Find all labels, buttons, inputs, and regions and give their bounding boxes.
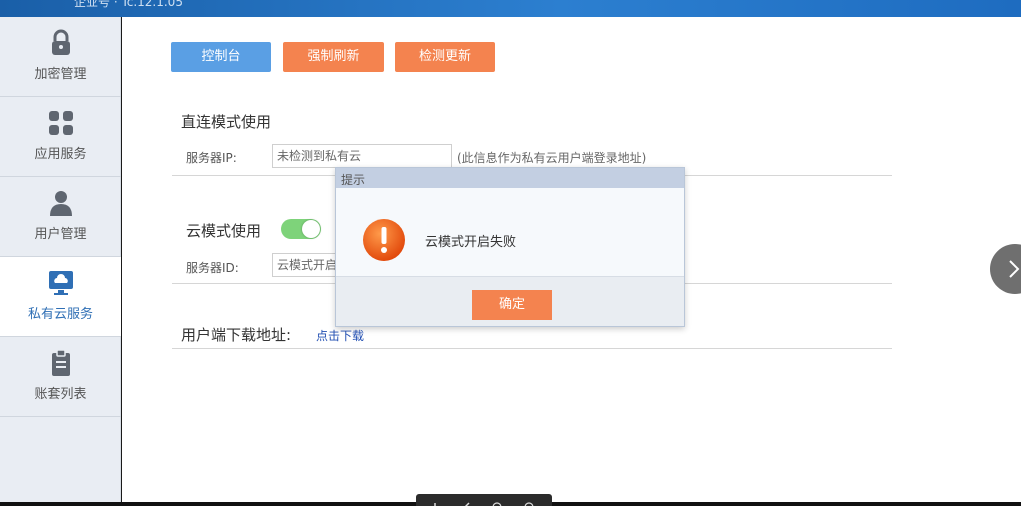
confirm-button[interactable]: 确定 bbox=[472, 290, 552, 320]
sidebar-item-app-service[interactable]: 应用服务 bbox=[0, 97, 121, 177]
warning-icon bbox=[363, 219, 405, 261]
sidebar-item-label: 用户管理 bbox=[34, 227, 87, 242]
toggle-knob bbox=[302, 220, 320, 238]
dialog-message: 云模式开启失败 bbox=[425, 235, 517, 250]
cloud-mode-title: 云模式使用 bbox=[186, 222, 262, 240]
lock-icon bbox=[52, 29, 70, 55]
server-id-label: 服务器ID: bbox=[186, 261, 239, 275]
chevron-right-icon bbox=[1009, 260, 1020, 278]
sidebar-item-private-cloud[interactable]: 私有云服务 bbox=[0, 257, 121, 337]
sidebar-item-label: 账套列表 bbox=[34, 387, 87, 402]
sidebar-item-encryption[interactable]: 加密管理 bbox=[0, 17, 121, 97]
dialog-title: 提示 bbox=[341, 173, 366, 187]
user-icon bbox=[50, 191, 72, 216]
apps-icon bbox=[49, 111, 73, 135]
divider bbox=[172, 348, 892, 349]
cloud-mode-toggle[interactable] bbox=[281, 219, 321, 239]
back-icon[interactable] bbox=[462, 501, 472, 506]
app-header: 企业号 · Tc.12.1.05 bbox=[0, 0, 1021, 17]
clipboard-icon bbox=[52, 349, 70, 376]
check-update-button[interactable]: 检测更新 bbox=[395, 42, 495, 72]
console-button[interactable]: 控制台 bbox=[171, 42, 271, 72]
download-label: 用户端下载地址: bbox=[181, 326, 292, 344]
force-refresh-button[interactable]: 强制刷新 bbox=[283, 42, 384, 72]
dialog-header: 提示 bbox=[336, 168, 684, 188]
sidebar-item-account-list[interactable]: 账套列表 bbox=[0, 337, 121, 417]
server-ip-hint: (此信息作为私有云用户端登录地址) bbox=[457, 151, 647, 165]
download-link[interactable]: 点击下载 bbox=[316, 327, 364, 344]
arrow-icon[interactable] bbox=[430, 501, 440, 506]
sidebar-item-label: 加密管理 bbox=[34, 67, 87, 82]
server-ip-field[interactable]: 未检测到私有云 bbox=[272, 144, 452, 168]
zoom-out-icon[interactable] bbox=[492, 501, 502, 506]
dialog-body: 云模式开启失败 bbox=[336, 188, 684, 276]
sidebar-item-label: 应用服务 bbox=[34, 147, 87, 162]
cloud-monitor-icon bbox=[49, 271, 73, 295]
dialog-footer: 确定 bbox=[336, 276, 684, 326]
server-ip-label: 服务器IP: bbox=[186, 151, 237, 165]
alert-dialog: 提示 云模式开启失败 确定 bbox=[335, 167, 685, 327]
direct-mode-title: 直连模式使用 bbox=[181, 113, 272, 131]
zoom-in-icon[interactable] bbox=[524, 501, 534, 506]
viewer-toolbar bbox=[416, 494, 552, 506]
app-title: 企业号 · Tc.12.1.05 bbox=[74, 0, 183, 9]
sidebar-item-label: 私有云服务 bbox=[27, 307, 93, 322]
sidebar: 加密管理 应用服务 用户管理 私有云服务 账套列表 bbox=[0, 17, 121, 502]
sidebar-item-user-management[interactable]: 用户管理 bbox=[0, 177, 121, 257]
